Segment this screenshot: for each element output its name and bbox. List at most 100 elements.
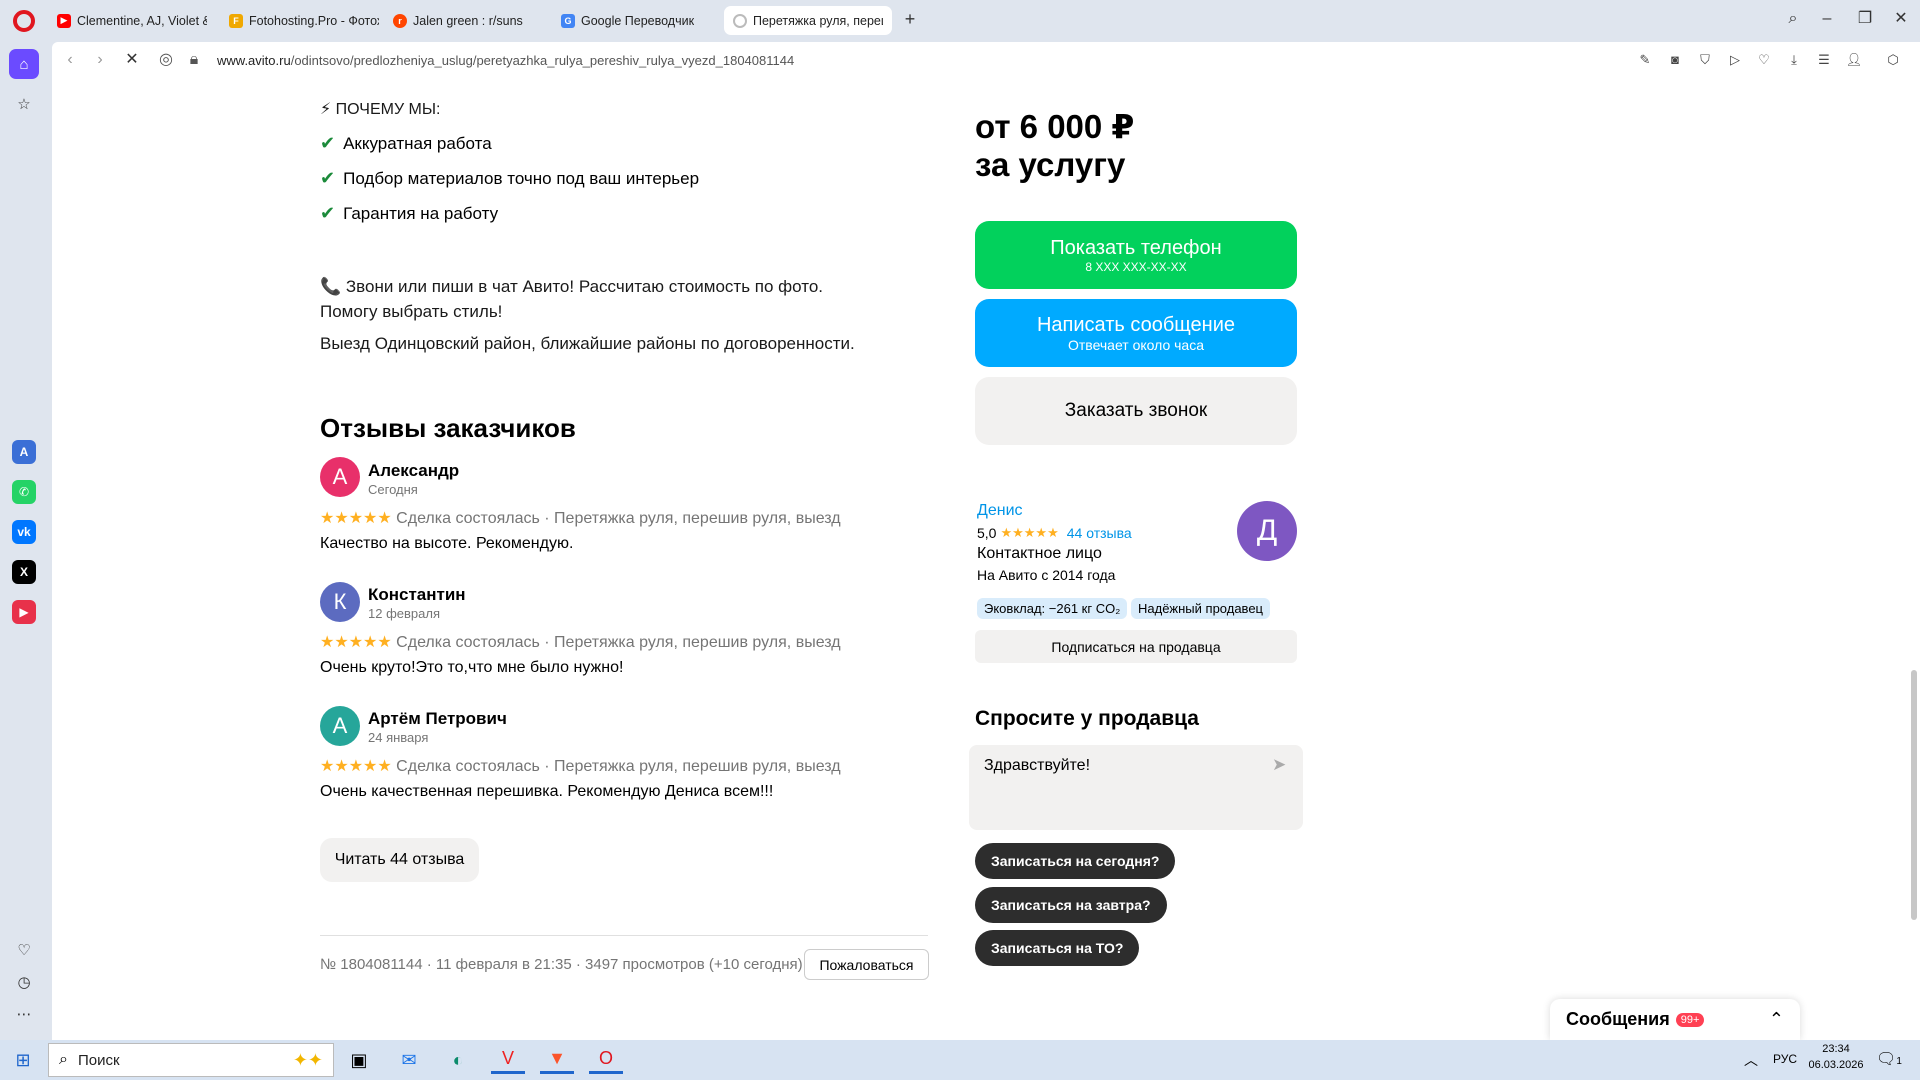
- seller-avatar[interactable]: Д: [1237, 501, 1297, 561]
- language-indicator[interactable]: РУС: [1773, 1052, 1797, 1066]
- messages-count-badge: 99+: [1675, 1012, 1705, 1027]
- rating-stars-icon: ★★★★★: [320, 758, 392, 775]
- quick-question-button[interactable]: Записаться на сегодня?: [975, 843, 1176, 879]
- price: от 6 000 ₽ за услугу: [975, 108, 1134, 184]
- write-message-button[interactable]: Написать сообщение Отвечает около часа: [975, 299, 1297, 367]
- seller-name-link[interactable]: Денис: [977, 502, 1023, 520]
- tab-4[interactable]: G Google Переводчик: [552, 6, 720, 35]
- send-arrow-icon[interactable]: ➤: [1272, 755, 1286, 775]
- price-amount: от 6 000 ₽: [975, 108, 1135, 145]
- chevron-up-icon[interactable]: ⌃: [1769, 1009, 1784, 1030]
- tab-5-active[interactable]: Перетяжка руля, переши: [724, 6, 892, 35]
- tab-title: Google Переводчик: [581, 13, 695, 28]
- whatsapp-icon[interactable]: ✆: [12, 480, 36, 504]
- aria-ai-icon[interactable]: A: [12, 440, 36, 464]
- reviewer-name[interactable]: Александр: [368, 461, 459, 481]
- home-icon[interactable]: ⌂: [9, 49, 39, 79]
- search-icon: ⌕: [59, 1051, 68, 1068]
- messages-label: Сообщения: [1566, 1009, 1670, 1029]
- tab-title: Jalen green : r/suns: [413, 13, 523, 28]
- tab-3[interactable]: r Jalen green : r/suns: [384, 6, 552, 35]
- forward-arrow-icon[interactable]: ›: [90, 50, 110, 70]
- shield-icon[interactable]: ⛉: [1696, 51, 1714, 69]
- notification-icon[interactable]: 🗨︎1: [1876, 1049, 1902, 1069]
- windows-taskbar: ⊞ ⌕ Поиск ✦✦ ▣ ✉ ◐ V ▼ O ︿ РУС 23:34 06.…: [0, 1040, 1920, 1080]
- new-tab-button[interactable]: +: [900, 9, 920, 29]
- task-view-icon[interactable]: ▣: [342, 1046, 376, 1074]
- deal-text: Сделка состоялась · Перетяжка руля, пере…: [396, 758, 841, 775]
- read-all-reviews-button[interactable]: Читать 44 отзыва: [320, 838, 479, 882]
- more-dots-icon[interactable]: ⋯: [9, 999, 39, 1029]
- stop-loading-icon[interactable]: ✕: [122, 50, 142, 70]
- clock[interactable]: 23:34 06.03.2026: [1808, 1043, 1864, 1071]
- sparkle-icon: ✦✦: [292, 1049, 323, 1070]
- camera-icon[interactable]: ◙: [1666, 51, 1684, 69]
- vk-icon[interactable]: vk: [12, 520, 36, 544]
- cube-icon[interactable]: ⬡: [1884, 51, 1902, 69]
- vivaldi-icon[interactable]: V: [491, 1046, 525, 1074]
- heart-icon[interactable]: ♡: [9, 935, 39, 965]
- x-twitter-icon[interactable]: X: [12, 560, 36, 584]
- bookmarks-star-icon[interactable]: ☆: [9, 89, 39, 119]
- url-field[interactable]: www.avito.ru/odintsovo/predlozheniya_usl…: [217, 53, 794, 68]
- reviewer-name[interactable]: Артём Петрович: [368, 709, 507, 729]
- google-translate-icon: G: [561, 13, 575, 28]
- fotohosting-icon: F: [229, 13, 243, 28]
- tab-2[interactable]: F Fotohosting.Pro - Фотохо: [220, 6, 388, 35]
- close-button[interactable]: ✕: [1886, 8, 1916, 30]
- clock-time: 23:34: [1822, 1043, 1850, 1055]
- restore-button[interactable]: ❐: [1850, 8, 1880, 30]
- url-path: /odintsovo/predlozheniya_uslug/peretyazh…: [290, 53, 795, 68]
- history-clock-icon[interactable]: ◷: [9, 967, 39, 997]
- show-phone-button[interactable]: Показать телефон 8 XXX XXX-XX-XX: [975, 221, 1297, 289]
- menu-lines-icon[interactable]: ☰: [1815, 51, 1833, 69]
- rating-stars-icon: ★★★★★: [320, 634, 392, 651]
- brave-icon[interactable]: ▼: [540, 1046, 574, 1074]
- edge-icon[interactable]: ◐: [441, 1046, 475, 1074]
- call-text: 📞 Звони или пиши в чат Авито! Рассчитаю …: [320, 277, 824, 321]
- deal-text: Сделка состоялась · Перетяжка руля, пере…: [396, 510, 841, 527]
- loading-icon: [733, 13, 747, 28]
- search-tabs-icon[interactable]: ⌕: [1778, 8, 1808, 30]
- deal-text: Сделка состоялась · Перетяжка руля, пере…: [396, 634, 841, 651]
- ask-message-field[interactable]: Здравствуйте! ➤: [969, 745, 1303, 830]
- reviewer-name[interactable]: Константин: [368, 585, 466, 605]
- tab-title: Clementine, AJ, Violet & L: [77, 13, 207, 28]
- download-icon[interactable]: ⤓: [1785, 51, 1803, 69]
- mail-app-icon[interactable]: ✉: [392, 1046, 426, 1074]
- reliable-seller-badge[interactable]: Надёжный продавец: [1131, 598, 1270, 619]
- taskbar-search[interactable]: ⌕ Поиск ✦✦: [48, 1043, 334, 1077]
- windows-start-icon[interactable]: ⊞: [6, 1046, 40, 1074]
- music-player-icon[interactable]: ▶: [12, 600, 36, 624]
- youtube-icon: ▶: [57, 13, 71, 28]
- clock-date: 06.03.2026: [1808, 1059, 1864, 1071]
- location-pin-icon[interactable]: ◎: [156, 50, 176, 70]
- seller-reviews-link[interactable]: 44 отзыва: [1067, 525, 1132, 541]
- subscribe-button[interactable]: Подписаться на продавца: [975, 630, 1297, 663]
- order-call-button[interactable]: Заказать звонок: [975, 377, 1297, 445]
- eco-badge[interactable]: Эковклад: −261 кг CO₂: [977, 598, 1128, 619]
- opera-logo-icon[interactable]: [13, 10, 35, 32]
- edit-icon[interactable]: ✎: [1636, 51, 1654, 69]
- tab-1[interactable]: ▶ Clementine, AJ, Violet & L: [48, 6, 216, 35]
- review-text: Очень качественная перешивка. Рекомендую…: [320, 783, 774, 800]
- profile-icon[interactable]: 👤︎: [1845, 51, 1863, 69]
- messages-widget[interactable]: Сообщения 99+ ⌃: [1550, 999, 1800, 1040]
- heart-outline-icon[interactable]: ♡: [1755, 51, 1773, 69]
- scrollbar-thumb[interactable]: [1911, 670, 1917, 920]
- url-host: www.avito.ru: [217, 53, 291, 68]
- send-icon[interactable]: ▷: [1726, 51, 1744, 69]
- seller-rating: 5,0 ★★★★★ 44 отзыва: [977, 525, 1132, 541]
- back-arrow-icon[interactable]: ‹: [60, 50, 80, 70]
- bullet-item: ✔ Гарантия на работу: [320, 203, 498, 224]
- rating-stars-icon: ★★★★★: [1000, 525, 1059, 540]
- review-deal-line: ★★★★★ Сделка состоялась · Перетяжка руля…: [320, 632, 841, 652]
- quick-question-button[interactable]: Записаться на ТО?: [975, 930, 1140, 966]
- minimize-button[interactable]: –: [1812, 8, 1842, 30]
- opera-taskbar-icon[interactable]: O: [589, 1046, 623, 1074]
- quick-question-button[interactable]: Записаться на завтра?: [975, 887, 1167, 923]
- complain-button[interactable]: Пожаловаться: [804, 949, 929, 980]
- lock-icon[interactable]: 🔒︎: [184, 50, 204, 70]
- tray-chevron-icon[interactable]: ︿: [1744, 1050, 1758, 1070]
- address-bar: ‹ › ✕ ◎ 🔒︎ www.avito.ru/odintsovo/predlo…: [52, 42, 1920, 78]
